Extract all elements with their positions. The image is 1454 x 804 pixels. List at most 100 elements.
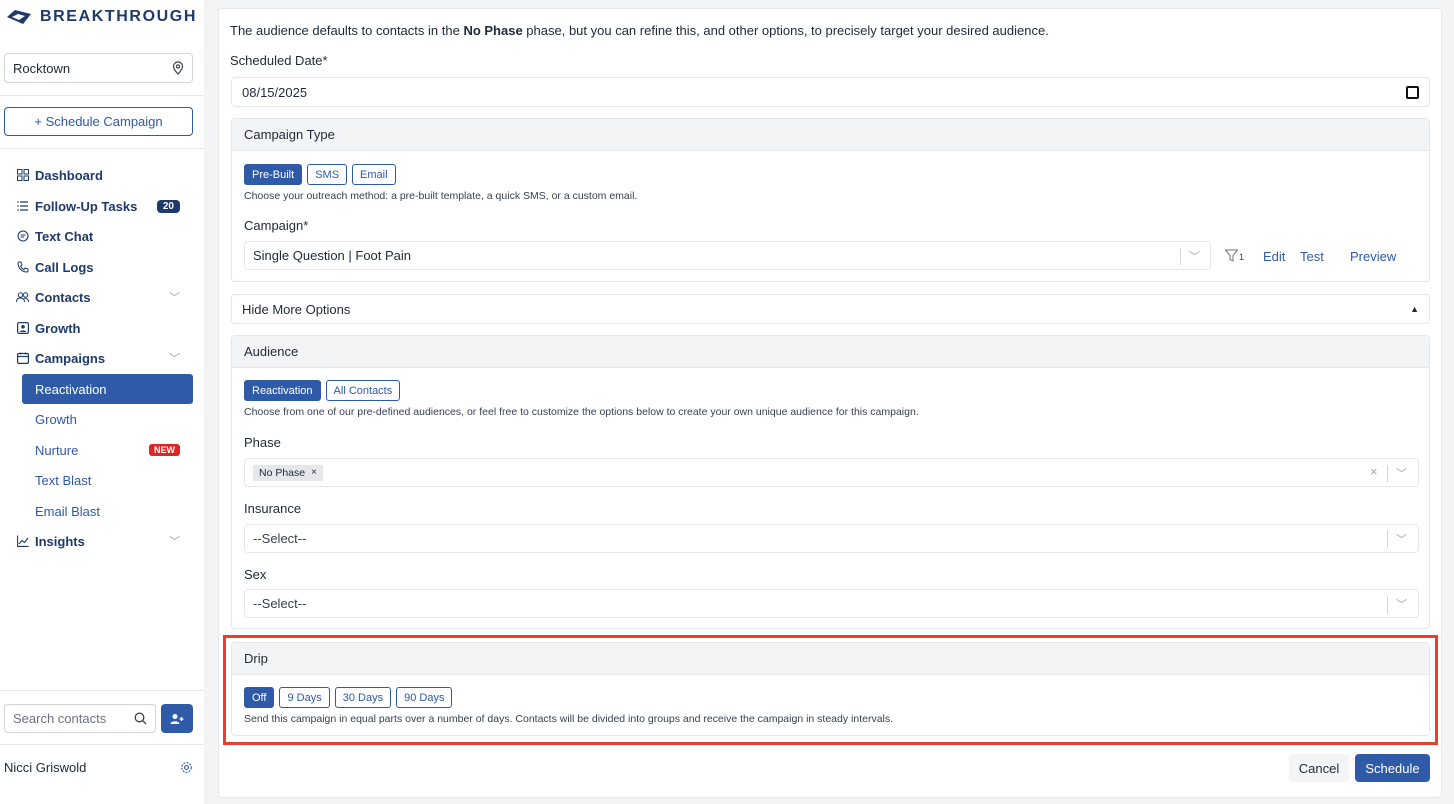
nav-label: Dashboard xyxy=(35,167,103,183)
edit-button[interactable]: Edit xyxy=(1263,249,1285,264)
campaign-type-prebuilt[interactable]: Pre-Built xyxy=(244,164,303,185)
followup-count-badge: 20 xyxy=(156,199,180,213)
cancel-button[interactable]: Cancel xyxy=(1289,754,1349,782)
calendar-icon[interactable] xyxy=(1406,85,1419,99)
sex-select-value: --Select-- xyxy=(253,596,307,611)
line-chart-icon xyxy=(16,535,29,548)
campaign-type-sms[interactable]: SMS xyxy=(307,164,348,185)
brand-name: BREAKTHROUGH xyxy=(40,8,197,25)
user-square-icon xyxy=(16,322,29,335)
location-pin-icon xyxy=(172,61,184,75)
sidebar-item-growth[interactable]: Growth xyxy=(22,404,193,434)
audience-all-contacts[interactable]: All Contacts xyxy=(325,380,401,401)
calendar-icon xyxy=(16,352,29,365)
campaign-type-card: Campaign Type Pre-Built SMS Email Choose… xyxy=(231,118,1430,282)
schedule-campaign-form: The audience defaults to contacts in the… xyxy=(218,8,1442,798)
filter-icon xyxy=(1225,249,1238,262)
schedule-button[interactable]: Schedule xyxy=(1355,754,1430,782)
search-placeholder: Search contacts xyxy=(13,711,107,726)
sidebar-item-email-blast[interactable]: Email Blast xyxy=(22,496,193,526)
sex-select[interactable]: --Select-- ﹀ xyxy=(244,589,1419,618)
audience-toggle: Reactivation All Contacts xyxy=(244,380,401,401)
brand-logo[interactable]: BREAKTHROUGH xyxy=(6,8,197,26)
audience-help: Choose from one of our pre-defined audie… xyxy=(244,406,919,418)
location-name: Rocktown xyxy=(13,60,71,76)
intro-bold: No Phase xyxy=(463,23,523,38)
sidebar-item-nurture[interactable]: Nurture NEW xyxy=(22,435,193,465)
scheduled-date-label: Scheduled Date* xyxy=(230,53,328,68)
sex-label: Sex xyxy=(244,567,267,582)
phone-icon xyxy=(16,261,29,274)
chevron-down-icon: ﹀ xyxy=(169,353,180,365)
users-icon xyxy=(16,291,29,304)
campaign-type-email[interactable]: Email xyxy=(352,164,396,185)
select-separator xyxy=(1180,248,1181,265)
nav-growth[interactable]: Growth xyxy=(16,316,180,340)
nav-text-chat[interactable]: Text Chat xyxy=(16,224,180,248)
test-button[interactable]: Test xyxy=(1300,249,1324,264)
location-selector[interactable]: Rocktown xyxy=(4,53,193,83)
intro-suffix: phase, but you can refine this, and othe… xyxy=(522,23,1049,38)
chevron-down-icon: ﹀ xyxy=(169,536,180,548)
toggle-more-options[interactable]: Hide More Options ▲ xyxy=(231,294,1430,324)
filter-button[interactable]: 1 xyxy=(1225,249,1244,262)
chevron-down-icon: ﹀ xyxy=(1396,534,1407,546)
insurance-select-value: --Select-- xyxy=(253,531,307,546)
divider xyxy=(0,690,204,691)
intro-text: The audience defaults to contacts in the… xyxy=(230,23,1049,38)
sidebar-item-text-blast[interactable]: Text Blast xyxy=(22,465,193,495)
nav-contacts[interactable]: Contacts ﹀ xyxy=(16,285,180,309)
scheduled-date-input[interactable]: 08/15/2025 xyxy=(231,77,1430,107)
nav-call-logs[interactable]: Call Logs xyxy=(16,255,180,279)
nav-campaigns[interactable]: Campaigns ﹀ xyxy=(16,346,180,370)
chevron-down-icon: ﹀ xyxy=(1189,251,1200,263)
campaign-select-value: Single Question | Foot Pain xyxy=(253,248,412,263)
divider xyxy=(0,744,204,745)
user-profile[interactable]: Nicci Griswold xyxy=(4,756,193,778)
logo-icon xyxy=(7,10,31,24)
search-icon xyxy=(134,712,147,725)
select-separator xyxy=(1387,531,1388,548)
sidebar-item-label: Nurture xyxy=(35,442,79,458)
campaign-select[interactable]: Single Question | Foot Pain ﹀ xyxy=(244,241,1211,270)
select-separator xyxy=(1387,465,1388,482)
insurance-label: Insurance xyxy=(244,501,302,516)
sidebar-item-reactivation[interactable]: Reactivation xyxy=(22,374,193,404)
clear-icon[interactable]: × xyxy=(1370,464,1378,479)
divider xyxy=(0,95,204,96)
preview-button[interactable]: Preview xyxy=(1350,249,1396,264)
select-separator xyxy=(1387,596,1388,613)
nav-insights[interactable]: Insights ﹀ xyxy=(16,529,180,553)
chevron-down-icon: ﹀ xyxy=(1396,599,1407,611)
nav-label: Insights xyxy=(35,533,85,549)
audience-reactivation[interactable]: Reactivation xyxy=(244,380,321,401)
chat-bubble-icon xyxy=(16,230,29,243)
scheduled-date-value: 08/15/2025 xyxy=(242,84,308,100)
grid-icon xyxy=(16,169,29,182)
nav-label: Contacts xyxy=(35,289,91,305)
campaign-label: Campaign* xyxy=(244,218,309,233)
insurance-select[interactable]: --Select-- ﹀ xyxy=(244,524,1419,553)
campaign-type-toggle: Pre-Built SMS Email xyxy=(244,164,396,185)
chevron-down-icon: ﹀ xyxy=(1396,468,1407,480)
list-icon xyxy=(16,200,29,213)
nav-label: Follow-Up Tasks xyxy=(35,198,138,214)
nav-followup-tasks[interactable]: Follow-Up Tasks 20 xyxy=(16,194,180,218)
search-contacts-input[interactable]: Search contacts xyxy=(4,704,156,733)
nav-label: Text Chat xyxy=(35,228,94,244)
schedule-campaign-button[interactable]: + Schedule Campaign xyxy=(4,107,193,136)
add-contact-button[interactable] xyxy=(161,704,193,733)
card-title: Audience xyxy=(232,336,1429,368)
nav-label: Call Logs xyxy=(35,259,94,275)
campaign-type-help: Choose your outreach method: a pre-built… xyxy=(244,190,638,202)
phase-select[interactable]: No Phase × × ﹀ xyxy=(244,458,1419,487)
filter-count: 1 xyxy=(1239,252,1245,262)
remove-tag-icon[interactable]: × xyxy=(311,467,317,478)
user-name: Nicci Griswold xyxy=(4,759,87,775)
nav-dashboard[interactable]: Dashboard xyxy=(16,163,180,187)
add-user-icon xyxy=(170,713,184,724)
sidebar: BREAKTHROUGH Rocktown + Schedule Campaig… xyxy=(0,0,204,804)
nav-label: Campaigns xyxy=(35,350,106,366)
audience-card: Audience Reactivation All Contacts Choos… xyxy=(231,335,1430,629)
gear-icon[interactable] xyxy=(180,761,193,774)
